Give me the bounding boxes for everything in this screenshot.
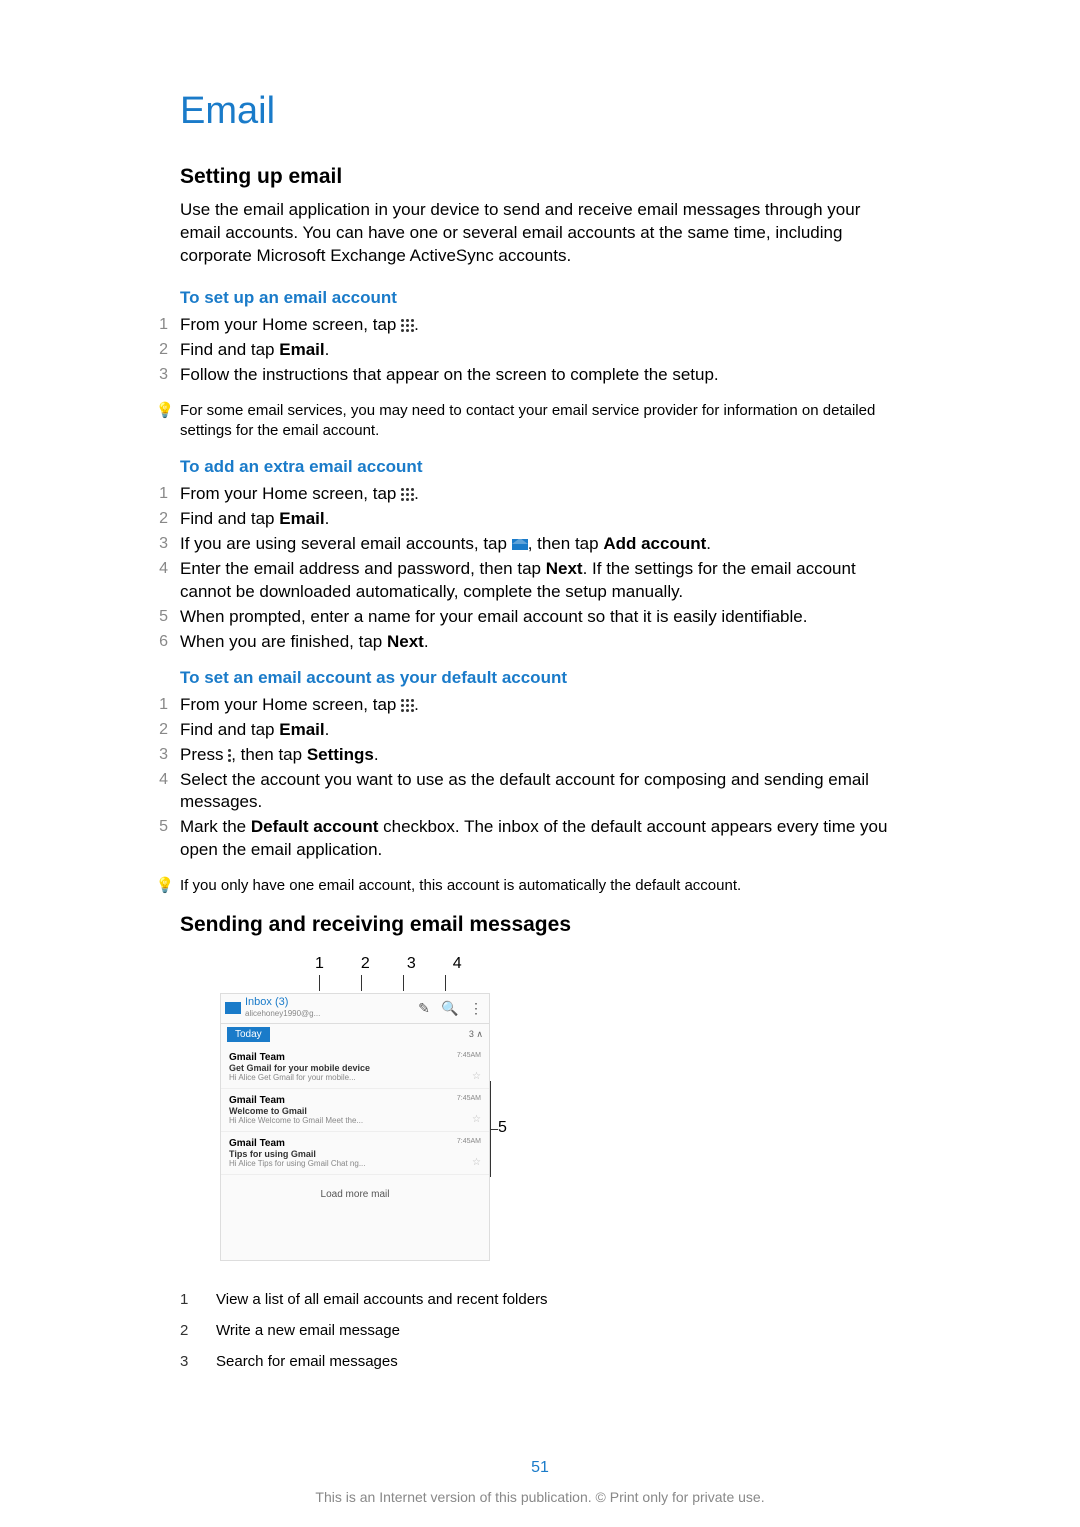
proc-add-steps: 1From your Home screen, tap . 2Find and … xyxy=(180,483,900,654)
email-item[interactable]: Gmail Team Get Gmail for your mobile dev… xyxy=(221,1046,489,1089)
lightbulb-icon: 💡 xyxy=(150,876,180,896)
intro-text: Use the email application in your device… xyxy=(180,199,900,268)
star-icon[interactable]: ☆ xyxy=(472,1114,481,1125)
proc-default-heading: To set an email account as your default … xyxy=(180,668,900,688)
envelope-icon xyxy=(512,539,528,550)
callout-2: 2 xyxy=(361,955,370,973)
overflow-icon[interactable]: ⋮ xyxy=(463,1000,489,1017)
page-number: 51 xyxy=(0,1459,1080,1477)
proc-setup-heading: To set up an email account xyxy=(180,288,900,308)
apps-grid-icon xyxy=(401,488,414,501)
envelope-icon xyxy=(225,1002,241,1014)
star-icon[interactable]: ☆ xyxy=(472,1071,481,1082)
today-count: 3 ∧ xyxy=(469,1029,483,1040)
email-item[interactable]: Gmail Team Tips for using Gmail Hi Alice… xyxy=(221,1132,489,1175)
footer-note: This is an Internet version of this publ… xyxy=(0,1489,1080,1505)
callout-4: 4 xyxy=(453,955,462,973)
proc-setup-steps: 1From your Home screen, tap . 2Find and … xyxy=(180,314,900,387)
load-more-button[interactable]: Load more mail xyxy=(221,1175,489,1260)
tip-default: 💡 If you only have one email account, th… xyxy=(180,876,900,896)
apps-grid-icon xyxy=(401,319,414,332)
apps-grid-icon xyxy=(401,699,414,712)
lightbulb-icon: 💡 xyxy=(150,401,180,442)
email-app-figure: 1 2 3 4 Inbox (3)alicehoney1990@g... ✎ 🔍… xyxy=(180,955,490,1261)
proc-add-heading: To add an extra email account xyxy=(180,457,900,477)
search-icon[interactable]: 🔍 xyxy=(437,1000,463,1017)
callout-1: 1 xyxy=(315,955,324,973)
figure-legend: 1View a list of all email accounts and r… xyxy=(180,1291,900,1370)
proc-default-steps: 1From your Home screen, tap . 2Find and … xyxy=(180,694,900,863)
email-item[interactable]: Gmail Team Welcome to Gmail Hi Alice Wel… xyxy=(221,1089,489,1132)
phone-screenshot: Inbox (3)alicehoney1990@g... ✎ 🔍 ⋮ Today… xyxy=(220,993,490,1261)
page-title: Email xyxy=(180,90,900,133)
callout-5: 5 xyxy=(498,1119,507,1137)
star-icon[interactable]: ☆ xyxy=(472,1157,481,1168)
section-setting-up-heading: Setting up email xyxy=(180,165,900,189)
section-sending-heading: Sending and receiving email messages xyxy=(180,913,900,937)
callout-3: 3 xyxy=(407,955,416,973)
today-badge: Today xyxy=(227,1027,270,1042)
tip-setup: 💡 For some email services, you may need … xyxy=(180,401,900,442)
compose-icon[interactable]: ✎ xyxy=(411,1000,437,1017)
